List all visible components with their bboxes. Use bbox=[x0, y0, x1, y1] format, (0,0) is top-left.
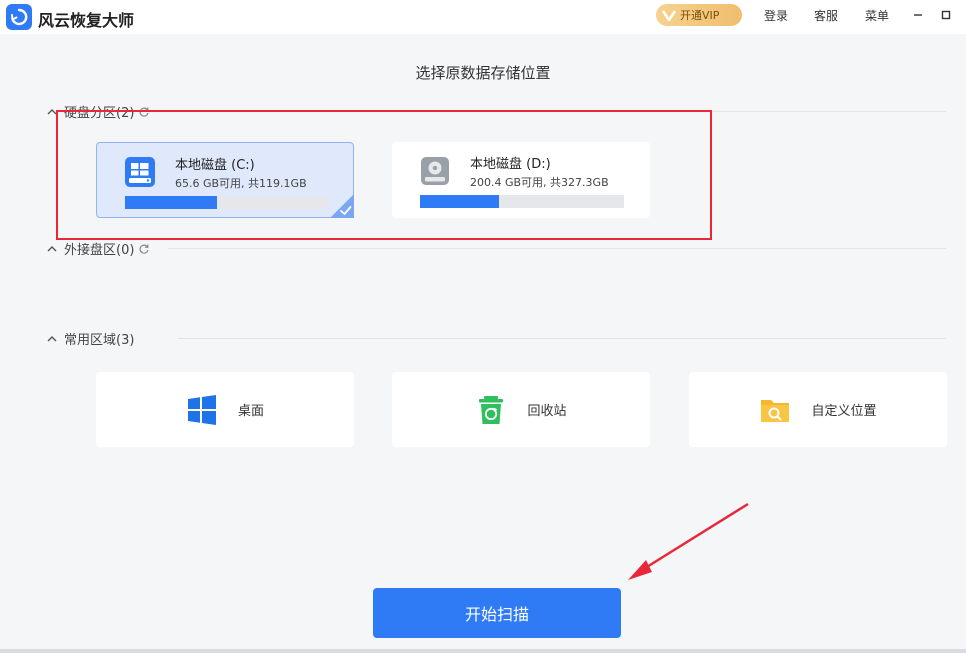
minimize-icon bbox=[914, 14, 922, 16]
hard-drive-icon bbox=[421, 157, 449, 185]
drive-c-space: 65.6 GB可用, 共119.1GB bbox=[175, 177, 307, 190]
section-common-label: 常用区域(3) bbox=[64, 333, 135, 348]
title-bar: 风云恢复大师 开通VIP 登录 客服 菜单 bbox=[0, 0, 966, 34]
section-divider bbox=[150, 111, 946, 112]
page-title: 选择原数据存储位置 bbox=[415, 64, 551, 82]
section-divider bbox=[178, 338, 946, 339]
drive-card-c[interactable]: 本地磁盘 (C:) 65.6 GB可用, 共119.1GB bbox=[96, 142, 354, 218]
selected-check-icon bbox=[330, 194, 354, 218]
drive-d-usage-fill bbox=[420, 195, 500, 208]
drive-c-usage-bar bbox=[125, 196, 329, 209]
maximize-button[interactable] bbox=[936, 5, 956, 25]
drive-c-name: 本地磁盘 (C:) bbox=[175, 158, 255, 173]
location-desktop[interactable]: 桌面 bbox=[96, 372, 354, 447]
vip-crown-icon bbox=[662, 10, 676, 21]
vip-label: 开通VIP bbox=[680, 9, 720, 22]
minimize-button[interactable] bbox=[908, 5, 928, 25]
support-link[interactable]: 客服 bbox=[814, 7, 838, 24]
recycle-bin-icon bbox=[479, 395, 504, 424]
app-title: 风云恢复大师 bbox=[38, 11, 135, 30]
section-common-toggle[interactable]: 常用区域(3) bbox=[46, 329, 134, 348]
vip-button[interactable]: 开通VIP bbox=[656, 4, 742, 26]
menu-link[interactable]: 菜单 bbox=[865, 7, 889, 24]
start-scan-button[interactable]: 开始扫描 bbox=[373, 588, 621, 638]
chevron-up-icon bbox=[47, 245, 57, 251]
location-recycle-bin-label: 回收站 bbox=[527, 404, 567, 419]
chevron-up-icon bbox=[47, 108, 57, 114]
location-recycle-bin[interactable]: 回收站 bbox=[392, 372, 650, 447]
section-external-label: 外接盘区(0) bbox=[64, 243, 135, 258]
location-custom[interactable]: 自定义位置 bbox=[689, 372, 947, 447]
maximize-icon bbox=[941, 10, 951, 20]
section-external-toggle[interactable]: 外接盘区(0) bbox=[46, 239, 150, 258]
drive-d-name: 本地磁盘 (D:) bbox=[470, 157, 551, 172]
refresh-icon[interactable] bbox=[138, 243, 150, 255]
location-desktop-label: 桌面 bbox=[237, 404, 264, 419]
drive-card-d[interactable]: 本地磁盘 (D:) 200.4 GB可用, 共327.3GB bbox=[392, 142, 650, 218]
section-hard-disk-label: 硬盘分区(2) bbox=[64, 106, 135, 121]
section-divider bbox=[168, 248, 946, 249]
section-hard-disk-toggle[interactable]: 硬盘分区(2) bbox=[46, 102, 150, 121]
window-bottom-edge bbox=[0, 649, 966, 653]
windows-drive-icon bbox=[125, 157, 155, 187]
drive-d-usage-bar bbox=[420, 195, 624, 208]
drive-c-usage-fill bbox=[125, 196, 217, 209]
windows-icon bbox=[187, 394, 216, 425]
location-custom-label: 自定义位置 bbox=[811, 404, 877, 419]
login-link[interactable]: 登录 bbox=[764, 7, 788, 24]
chevron-up-icon bbox=[47, 335, 57, 341]
annotation-arrow bbox=[628, 502, 749, 580]
folder-search-icon bbox=[761, 399, 790, 422]
app-logo-icon bbox=[6, 4, 32, 30]
drive-d-space: 200.4 GB可用, 共327.3GB bbox=[470, 176, 609, 189]
refresh-icon[interactable] bbox=[138, 106, 150, 118]
